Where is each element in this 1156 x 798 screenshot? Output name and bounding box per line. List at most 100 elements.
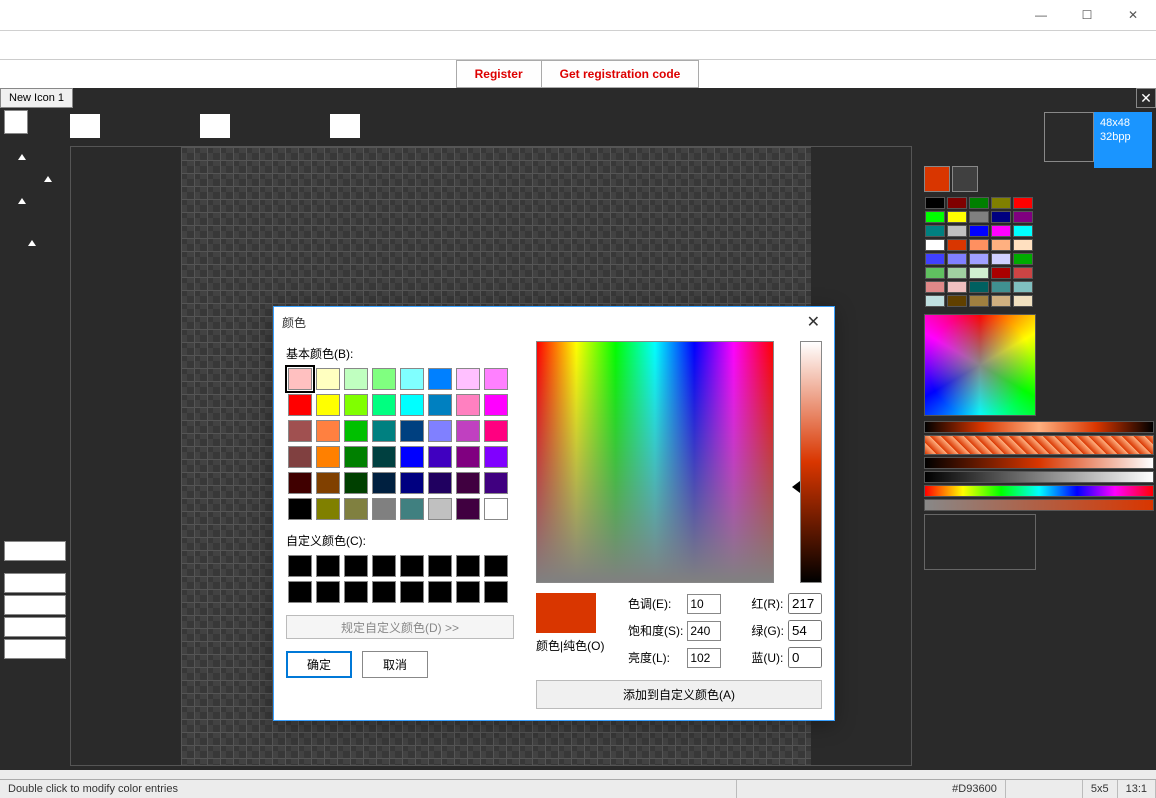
custom-color-swatch[interactable] [428, 581, 452, 603]
red-input[interactable] [788, 593, 822, 614]
basic-color-swatch[interactable] [484, 368, 508, 390]
basic-color-swatch[interactable] [400, 394, 424, 416]
basic-color-swatch[interactable] [316, 498, 340, 520]
palette-swatch[interactable] [969, 295, 989, 307]
basic-color-swatch[interactable] [428, 420, 452, 442]
custom-color-swatch[interactable] [344, 581, 368, 603]
custom-color-swatch[interactable] [288, 581, 312, 603]
palette-swatch[interactable] [969, 211, 989, 223]
basic-color-swatch[interactable] [484, 446, 508, 468]
custom-color-swatch[interactable] [400, 555, 424, 577]
custom-color-swatch[interactable] [400, 581, 424, 603]
palette-swatch[interactable] [991, 211, 1011, 223]
basic-color-swatch[interactable] [344, 472, 368, 494]
tool-slot[interactable] [4, 573, 66, 593]
minimize-button[interactable]: — [1018, 0, 1064, 30]
basic-color-swatch[interactable] [288, 498, 312, 520]
basic-color-swatch[interactable] [344, 446, 368, 468]
palette-swatch[interactable] [925, 281, 945, 293]
palette-swatch[interactable] [991, 197, 1011, 209]
luminance-slider[interactable] [800, 341, 822, 583]
palette-swatch[interactable] [925, 267, 945, 279]
alpha-strip[interactable] [924, 471, 1154, 483]
dialog-titlebar[interactable]: 颜色 ✕ [274, 307, 834, 337]
basic-color-swatch[interactable] [372, 368, 396, 390]
sat-input[interactable] [687, 621, 721, 641]
palette-swatch[interactable] [991, 281, 1011, 293]
palette-swatch[interactable] [969, 225, 989, 237]
palette-swatch[interactable] [991, 225, 1011, 237]
basic-color-swatch[interactable] [316, 368, 340, 390]
color-wheel[interactable] [924, 314, 1036, 416]
basic-color-swatch[interactable] [344, 394, 368, 416]
close-button[interactable]: ✕ [1110, 0, 1156, 30]
palette-swatch[interactable] [1013, 239, 1033, 251]
basic-color-swatch[interactable] [428, 394, 452, 416]
custom-color-swatch[interactable] [456, 581, 480, 603]
palette-swatch[interactable] [947, 239, 967, 251]
basic-color-swatch[interactable] [372, 446, 396, 468]
palette-swatch[interactable] [991, 253, 1011, 265]
palette-swatch[interactable] [947, 267, 967, 279]
expand-icon[interactable] [28, 240, 36, 246]
palette-swatch[interactable] [1013, 197, 1033, 209]
document-tab[interactable]: New Icon 1 [0, 88, 73, 108]
expand-icon[interactable] [44, 176, 52, 182]
palette-swatch[interactable] [1013, 281, 1033, 293]
color-spectrum[interactable] [536, 341, 774, 583]
basic-color-swatch[interactable] [456, 498, 480, 520]
palette-swatch[interactable] [991, 267, 1011, 279]
basic-color-swatch[interactable] [428, 498, 452, 520]
palette-swatch[interactable] [947, 253, 967, 265]
get-code-button[interactable]: Get registration code [541, 60, 700, 88]
basic-color-swatch[interactable] [288, 446, 312, 468]
custom-color-swatch[interactable] [372, 555, 396, 577]
palette-swatch[interactable] [1013, 267, 1033, 279]
palette-swatch[interactable] [947, 281, 967, 293]
ok-button[interactable]: 确定 [286, 651, 352, 678]
basic-color-swatch[interactable] [428, 446, 452, 468]
basic-color-swatch[interactable] [316, 420, 340, 442]
gradient-strip[interactable] [924, 421, 1154, 433]
foreground-color[interactable] [924, 166, 950, 192]
format-selector[interactable]: 48x4832bpp [1044, 112, 1152, 168]
palette-swatch[interactable] [925, 197, 945, 209]
background-color[interactable] [952, 166, 978, 192]
register-button[interactable]: Register [456, 60, 542, 88]
basic-color-swatch[interactable] [344, 420, 368, 442]
basic-color-swatch[interactable] [288, 368, 312, 390]
custom-color-swatch[interactable] [372, 581, 396, 603]
blue-input[interactable] [788, 647, 822, 668]
basic-color-swatch[interactable] [400, 368, 424, 390]
palette-swatch[interactable] [1013, 295, 1033, 307]
pattern-strip[interactable] [924, 435, 1154, 455]
tool-slot[interactable] [4, 595, 66, 615]
basic-color-swatch[interactable] [344, 498, 368, 520]
palette-swatch[interactable] [969, 267, 989, 279]
lum-input[interactable] [687, 648, 721, 668]
hue-strip[interactable] [924, 485, 1154, 497]
palette-swatch[interactable] [925, 239, 945, 251]
tool-slot[interactable] [4, 639, 66, 659]
basic-color-swatch[interactable] [372, 394, 396, 416]
basic-color-swatch[interactable] [288, 394, 312, 416]
palette-swatch[interactable] [1013, 211, 1033, 223]
basic-color-swatch[interactable] [372, 498, 396, 520]
basic-color-swatch[interactable] [456, 420, 480, 442]
custom-color-swatch[interactable] [484, 555, 508, 577]
custom-color-swatch[interactable] [344, 555, 368, 577]
palette-swatch[interactable] [969, 253, 989, 265]
palette-swatch[interactable] [969, 239, 989, 251]
basic-color-swatch[interactable] [372, 420, 396, 442]
palette-swatch[interactable] [947, 225, 967, 237]
basic-color-swatch[interactable] [400, 420, 424, 442]
palette-swatch[interactable] [969, 281, 989, 293]
maximize-button[interactable]: ☐ [1064, 0, 1110, 30]
basic-color-swatch[interactable] [316, 394, 340, 416]
basic-color-swatch[interactable] [400, 498, 424, 520]
basic-color-swatch[interactable] [372, 472, 396, 494]
basic-color-swatch[interactable] [316, 446, 340, 468]
palette-swatch[interactable] [925, 211, 945, 223]
palette-swatch[interactable] [991, 239, 1011, 251]
basic-color-swatch[interactable] [344, 368, 368, 390]
